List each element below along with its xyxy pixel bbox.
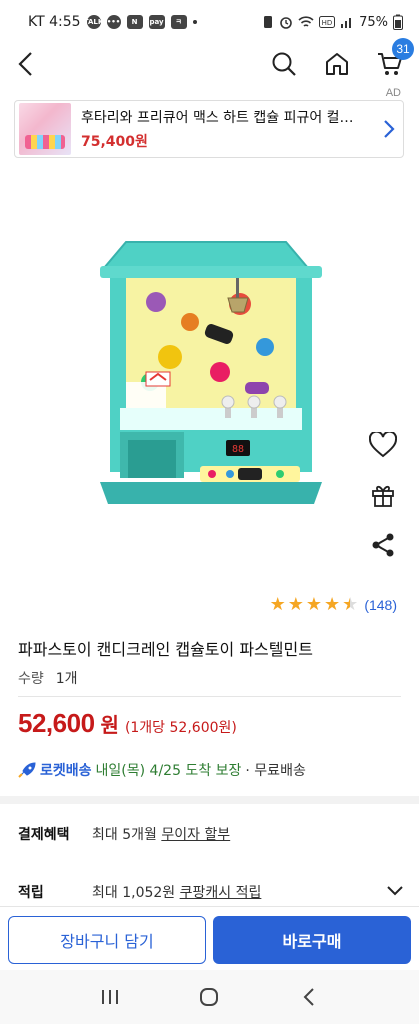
gift-icon [372, 485, 394, 507]
product-image[interactable]: 88 [90, 232, 330, 522]
quantity-value: 1개 [55, 671, 78, 687]
payment-benefit-value: 최대 5개월 무이자 할부 [92, 824, 230, 844]
recent-apps-icon [101, 990, 118, 1004]
wifi-icon [298, 16, 314, 27]
search-icon [272, 52, 296, 76]
quantity-label: 수량 [18, 671, 44, 687]
battery-saver-icon [264, 16, 273, 28]
wishlist-button[interactable] [364, 426, 402, 464]
interest-free-link[interactable]: 무이자 할부 [161, 827, 230, 843]
system-back-icon [303, 988, 314, 1006]
star-icon: ★ [269, 594, 286, 615]
star-icon: ★ [324, 594, 341, 615]
system-back-button[interactable] [289, 977, 329, 1017]
payment-benefit-row[interactable]: 결제혜택 최대 5개월 무이자 할부 [18, 824, 403, 844]
naver-notification-icon: N [126, 15, 143, 29]
rocket-delivery-label: 로켓배송 [40, 763, 92, 779]
status-bar: KT 4:55 TALK ••• N pay ㅋ HD 75% [0, 0, 419, 44]
back-button[interactable] [6, 44, 46, 84]
battery-percent: 75% [359, 14, 388, 30]
cart-count-badge: 31 [392, 38, 414, 60]
price-unit: 원 [100, 713, 119, 737]
svg-text:HD: HD [322, 19, 333, 27]
pay-notification-icon: pay [148, 15, 165, 29]
more-notifications-dot [192, 20, 197, 24]
add-to-cart-button[interactable]: 장바구니 담기 [8, 916, 206, 964]
delivery-info: 로켓배송 내일(목) 4/25 도착 보장 · 무료배송 [18, 760, 306, 780]
points-label: 적립 [18, 885, 44, 901]
talk-notification-icon: TALK [84, 15, 103, 29]
back-arrow-icon [18, 52, 32, 76]
ad-label: AD [385, 87, 401, 99]
gift-button[interactable] [364, 476, 402, 514]
quantity-row: 수량 1개 [18, 668, 78, 688]
home-icon [326, 53, 348, 75]
ad-banner[interactable]: 후타리와 프리큐어 맥스 하트 캡슐 피규어 컬렉... 75,400원 [14, 100, 404, 158]
ad-price: 75,400원 [81, 134, 148, 150]
carrier-time: KT 4:55 [28, 14, 81, 30]
payment-benefit-prefix: 최대 5개월 [92, 827, 162, 843]
message-notification-icon: ••• [106, 15, 121, 29]
share-button[interactable] [364, 526, 402, 564]
star-icon: ★ [287, 594, 304, 615]
home-system-button[interactable] [189, 977, 229, 1017]
free-shipping-label: · 무료배송 [245, 763, 306, 779]
coupang-cash-link[interactable]: 쿠팡캐시 적립 [180, 885, 262, 901]
share-icon [372, 533, 394, 557]
rocket-icon [18, 762, 36, 778]
home-button[interactable] [317, 44, 357, 84]
search-button[interactable] [264, 44, 304, 84]
chevron-down-icon[interactable] [387, 884, 403, 900]
ad-thumbnail [19, 103, 71, 155]
points-row[interactable]: 적립 최대 1,052원 쿠팡캐시 적립 [18, 882, 403, 902]
section-separator [0, 796, 419, 804]
divider [18, 696, 401, 697]
price-row: 52,600 원 (1개당 52,600원) [18, 708, 237, 739]
heart-icon [369, 432, 397, 458]
cart-button[interactable]: 31 [370, 38, 414, 84]
recent-apps-button[interactable] [90, 977, 130, 1017]
battery-icon [393, 14, 403, 30]
points-value: 최대 1,052원 쿠팡캐시 적립 [92, 882, 261, 902]
star-icon: ★ [305, 594, 323, 615]
sale-price: 52,600 [18, 708, 95, 738]
payment-benefit-label: 결제혜택 [18, 827, 70, 843]
top-nav: 31 [0, 38, 419, 84]
ad-chevron-icon [375, 119, 403, 139]
half-star-icon: ★ [342, 594, 359, 615]
bottom-action-bar: 장바구니 담기 바로구매 [0, 906, 419, 970]
hd-icon: HD [319, 16, 336, 28]
unit-price: (1개당 52,600원) [124, 720, 237, 736]
svg-text:88: 88 [232, 444, 244, 455]
product-title: 파파스토이 캔디크레인 캡슐토이 파스텔민트 [18, 640, 313, 659]
home-circle-icon [200, 988, 219, 1006]
rating[interactable]: ★ ★ ★ ★ ★ (148) [270, 596, 397, 614]
buy-now-button[interactable]: 바로구매 [213, 916, 411, 964]
rating-count[interactable]: (148) [364, 597, 397, 613]
signal-icon [341, 18, 352, 28]
coupang-notification-icon: ㅋ [170, 15, 187, 29]
ad-title: 후타리와 프리큐어 맥스 하트 캡슐 피규어 컬렉... [81, 110, 361, 126]
delivery-date: 내일(목) 4/25 도착 보장 [95, 763, 242, 779]
alarm-icon [280, 17, 292, 29]
points-prefix: 최대 1,052원 [92, 885, 180, 901]
system-nav-bar [0, 970, 419, 1024]
